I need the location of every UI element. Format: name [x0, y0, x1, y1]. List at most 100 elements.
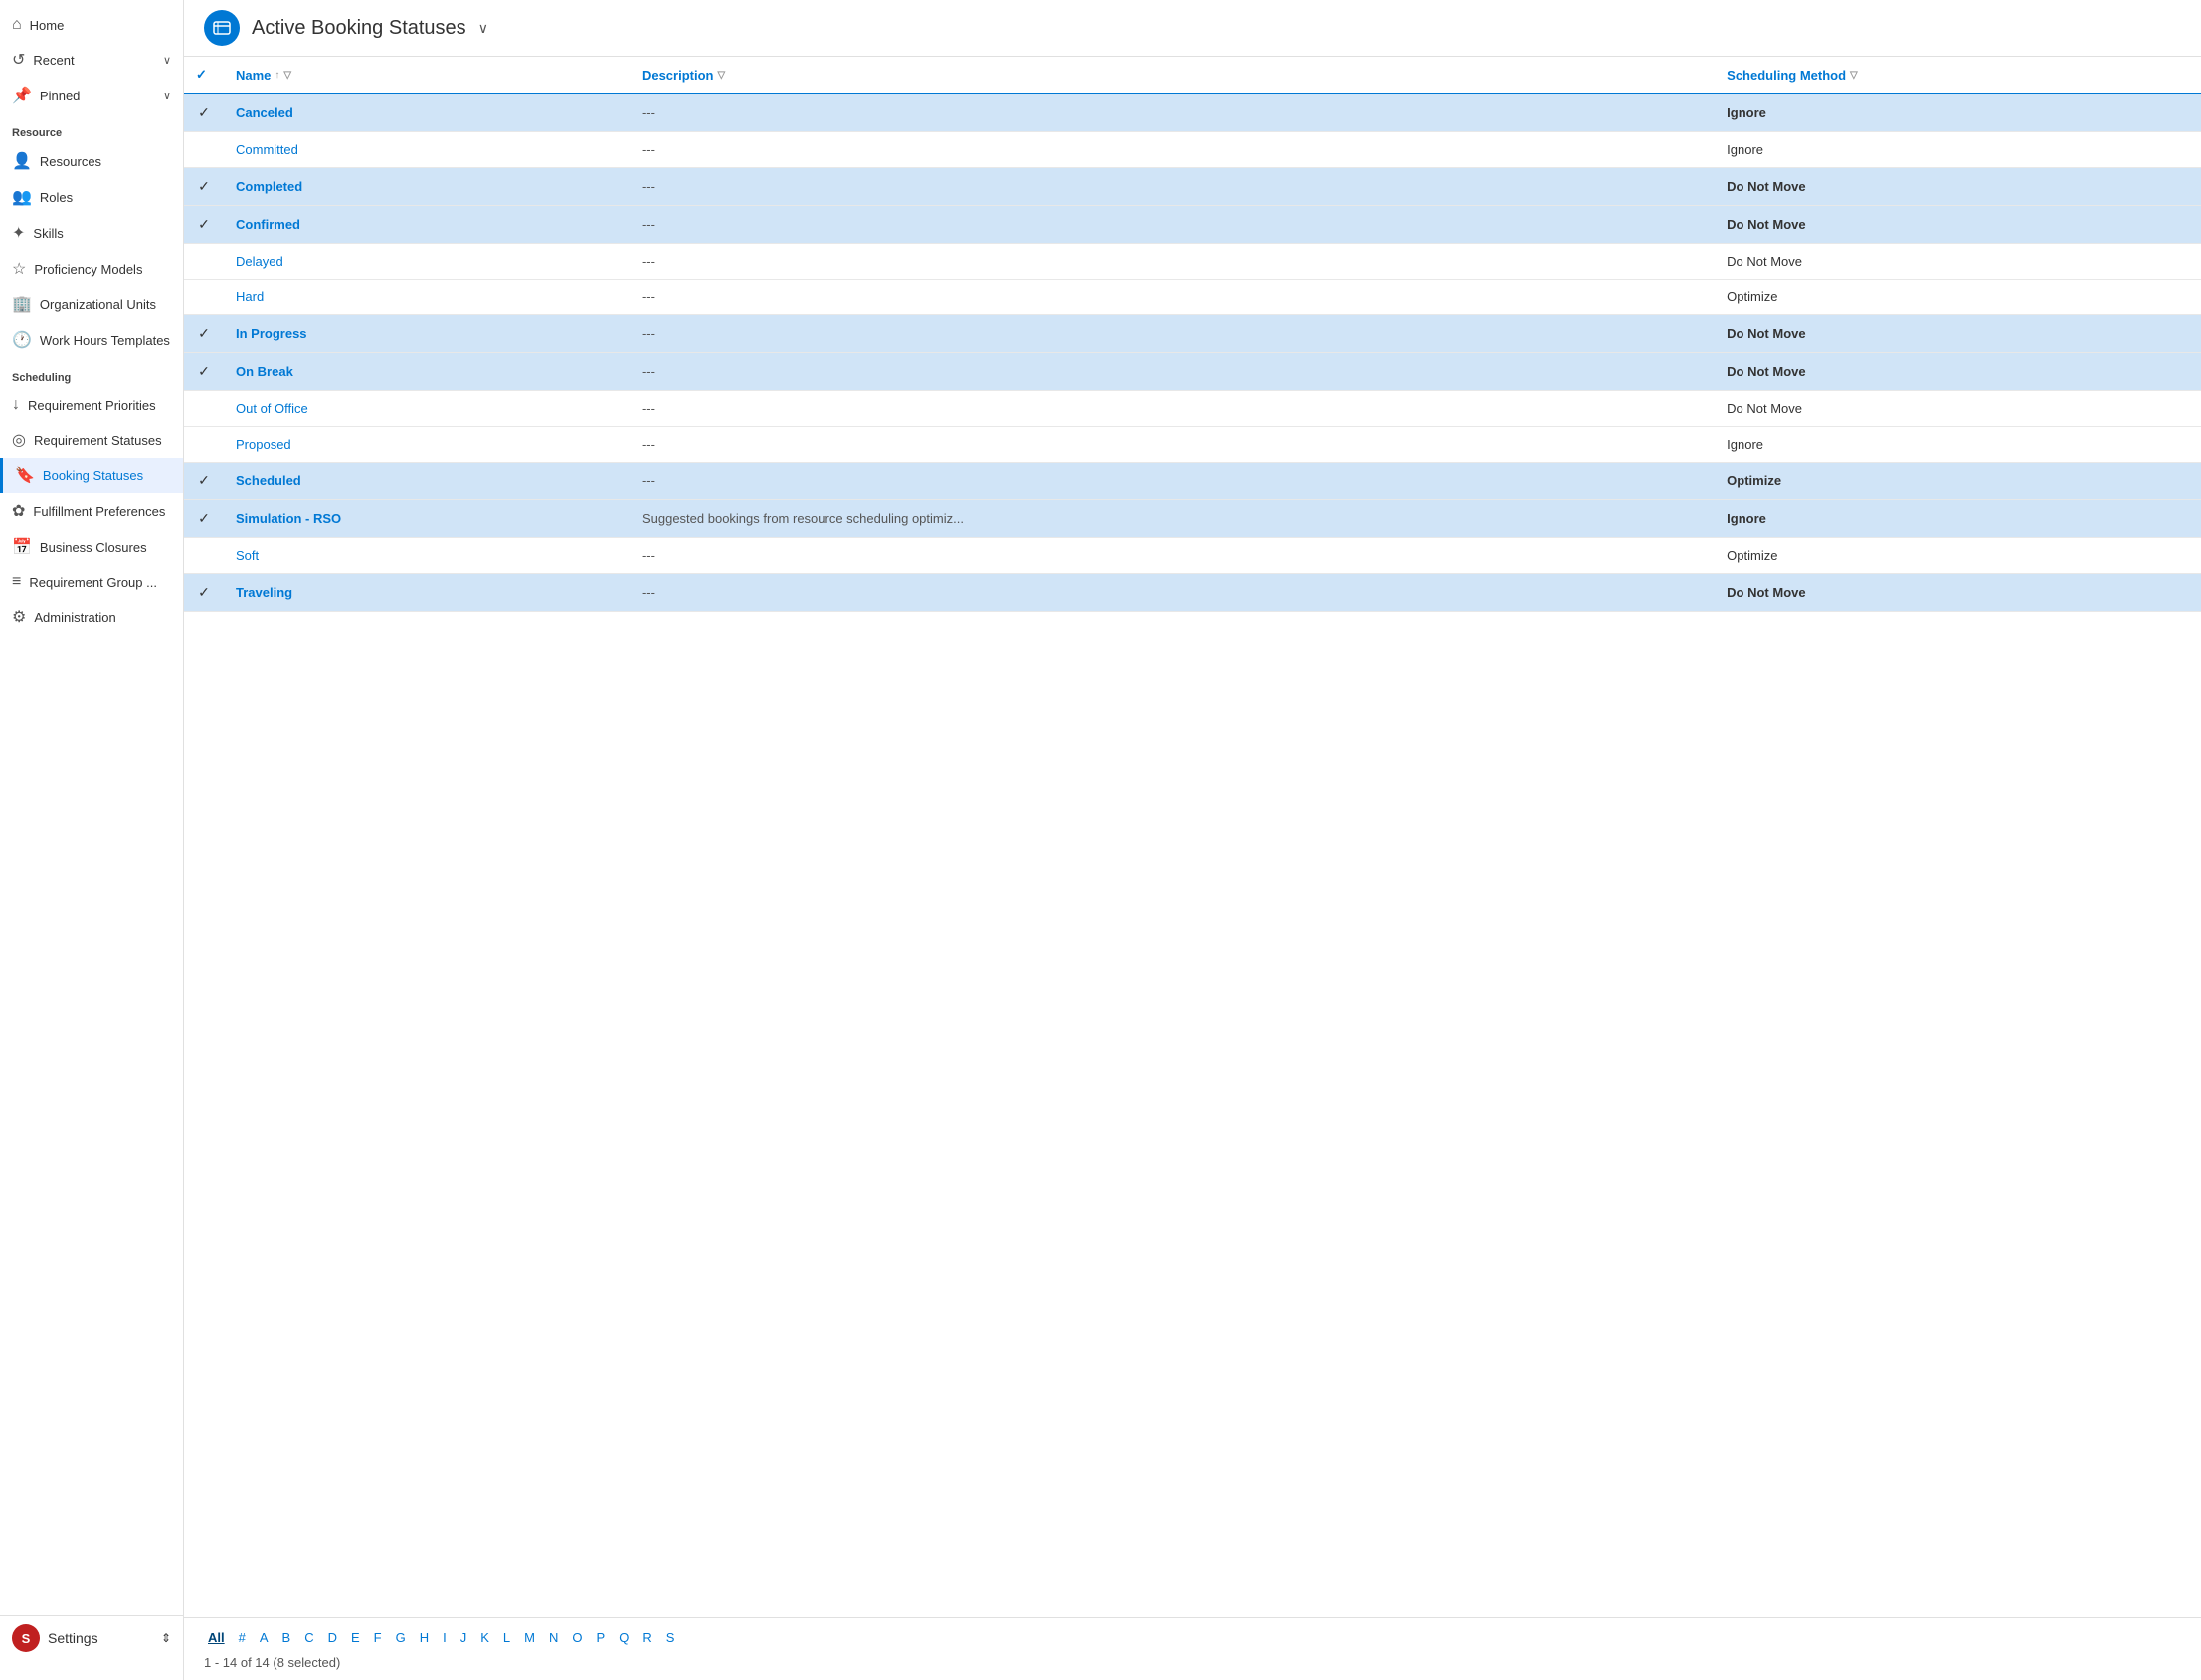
alphabet-item-k[interactable]: K: [476, 1628, 493, 1647]
alphabet-item-n[interactable]: N: [545, 1628, 562, 1647]
alphabet-item-o[interactable]: O: [568, 1628, 586, 1647]
row-name[interactable]: Traveling: [224, 574, 631, 612]
table-row[interactable]: Proposed---Ignore: [184, 427, 2201, 463]
alphabet-item-j[interactable]: J: [457, 1628, 471, 1647]
alphabet-item-m[interactable]: M: [520, 1628, 539, 1647]
row-checkbox[interactable]: ✓: [184, 206, 224, 244]
table-row[interactable]: Delayed---Do Not Move: [184, 244, 2201, 280]
sidebar-item-fulfillment-preferences[interactable]: ✿ Fulfillment Preferences: [0, 493, 183, 529]
description-filter-icon[interactable]: ▽: [717, 70, 725, 81]
row-checkbox[interactable]: ✓: [184, 168, 224, 206]
sidebar-item-requirement-priorities[interactable]: ↓ Requirement Priorities: [0, 388, 183, 422]
sidebar-item-resources[interactable]: 👤 Resources: [0, 143, 183, 179]
sidebar-item-administration[interactable]: ⚙ Administration: [0, 599, 183, 635]
table-row[interactable]: Committed---Ignore: [184, 132, 2201, 168]
sidebar-item-home[interactable]: ⌂ Home: [0, 8, 183, 42]
alphabet-item-all[interactable]: All: [204, 1628, 229, 1647]
row-description: ---: [631, 93, 1715, 132]
sidebar-item-skills[interactable]: ✦ Skills: [0, 215, 183, 251]
sidebar-item-requirement-statuses[interactable]: ◎ Requirement Statuses: [0, 422, 183, 458]
row-checkbox[interactable]: ✓: [184, 574, 224, 612]
administration-icon: ⚙: [12, 607, 26, 627]
checkmark-icon: ✓: [198, 472, 210, 488]
row-checkbox[interactable]: [184, 538, 224, 574]
table-row[interactable]: ✓Confirmed---Do Not Move: [184, 206, 2201, 244]
pinned-icon: 📌: [12, 86, 32, 105]
alphabet-item-l[interactable]: L: [499, 1628, 514, 1647]
alphabet-item-s[interactable]: S: [662, 1628, 679, 1647]
alphabet-item-i[interactable]: I: [439, 1628, 451, 1647]
row-name[interactable]: Scheduled: [224, 463, 631, 500]
row-checkbox[interactable]: ✓: [184, 463, 224, 500]
alphabet-item-p[interactable]: P: [593, 1628, 610, 1647]
row-name[interactable]: Delayed: [224, 244, 631, 280]
sidebar-item-work-hours-templates[interactable]: 🕐 Work Hours Templates: [0, 322, 183, 358]
scheduling-method-filter-icon[interactable]: ▽: [1850, 70, 1858, 81]
table-row[interactable]: ✓Completed---Do Not Move: [184, 168, 2201, 206]
recent-icon: ↺: [12, 50, 25, 70]
alphabet-item-#[interactable]: #: [235, 1628, 250, 1647]
row-name[interactable]: Proposed: [224, 427, 631, 463]
row-scheduling-method: Ignore: [1715, 132, 2201, 168]
row-checkbox[interactable]: [184, 427, 224, 463]
row-checkbox[interactable]: [184, 244, 224, 280]
table-row[interactable]: ✓Canceled---Ignore: [184, 93, 2201, 132]
alphabet-item-c[interactable]: C: [300, 1628, 317, 1647]
sidebar-item-booking-statuses[interactable]: 🔖 Booking Statuses: [0, 458, 183, 493]
row-checkbox[interactable]: ✓: [184, 93, 224, 132]
row-checkbox[interactable]: ✓: [184, 500, 224, 538]
alphabet-item-e[interactable]: E: [347, 1628, 364, 1647]
description-column-header[interactable]: Description ▽: [631, 57, 1715, 93]
row-name[interactable]: In Progress: [224, 315, 631, 353]
row-name[interactable]: Completed: [224, 168, 631, 206]
title-dropdown-chevron[interactable]: ∨: [478, 20, 488, 37]
alphabet-item-g[interactable]: G: [392, 1628, 410, 1647]
row-name[interactable]: Hard: [224, 280, 631, 315]
table-row[interactable]: ✓On Break---Do Not Move: [184, 353, 2201, 391]
sidebar-item-organizational-units[interactable]: 🏢 Organizational Units: [0, 286, 183, 322]
scheduling-method-column-header[interactable]: Scheduling Method ▽: [1715, 57, 2201, 93]
sidebar-item-proficiency-models[interactable]: ☆ Proficiency Models: [0, 251, 183, 286]
row-checkbox[interactable]: [184, 391, 224, 427]
alphabet-item-a[interactable]: A: [256, 1628, 273, 1647]
fulfillment-icon: ✿: [12, 501, 25, 521]
row-name[interactable]: Confirmed: [224, 206, 631, 244]
alphabet-item-d[interactable]: D: [324, 1628, 341, 1647]
row-name[interactable]: Simulation - RSO: [224, 500, 631, 538]
select-all-header[interactable]: ✓: [184, 57, 224, 93]
sidebar-item-pinned[interactable]: 📌 Pinned ∨: [0, 78, 183, 113]
row-scheduling-method: Do Not Move: [1715, 391, 2201, 427]
table-row[interactable]: ✓Scheduled---Optimize: [184, 463, 2201, 500]
row-name[interactable]: Soft: [224, 538, 631, 574]
table-row[interactable]: Soft---Optimize: [184, 538, 2201, 574]
name-filter-icon[interactable]: ▽: [283, 70, 291, 81]
checkmark-icon: ✓: [198, 178, 210, 194]
table-row[interactable]: ✓Traveling---Do Not Move: [184, 574, 2201, 612]
sidebar-item-requirement-group[interactable]: ≡ Requirement Group ...: [0, 565, 183, 599]
table-row[interactable]: ✓Simulation - RSOSuggested bookings from…: [184, 500, 2201, 538]
sidebar-item-recent[interactable]: ↺ Recent ∨: [0, 42, 183, 78]
row-name[interactable]: Out of Office: [224, 391, 631, 427]
alphabet-item-q[interactable]: Q: [615, 1628, 633, 1647]
table-row[interactable]: Hard---Optimize: [184, 280, 2201, 315]
row-checkbox[interactable]: [184, 280, 224, 315]
table-row[interactable]: ✓In Progress---Do Not Move: [184, 315, 2201, 353]
alphabet-item-r[interactable]: R: [639, 1628, 655, 1647]
row-name[interactable]: Committed: [224, 132, 631, 168]
row-name[interactable]: Canceled: [224, 93, 631, 132]
row-name[interactable]: On Break: [224, 353, 631, 391]
row-checkbox[interactable]: [184, 132, 224, 168]
page-info: 1 - 14 of 14 (8 selected): [204, 1655, 2181, 1670]
name-sort-icon[interactable]: ↑: [275, 70, 279, 81]
sidebar-item-roles[interactable]: 👥 Roles: [0, 179, 183, 215]
table-row[interactable]: Out of Office---Do Not Move: [184, 391, 2201, 427]
alphabet-item-h[interactable]: H: [416, 1628, 433, 1647]
alphabet-item-b[interactable]: B: [278, 1628, 295, 1647]
row-checkbox[interactable]: ✓: [184, 353, 224, 391]
settings-bottom[interactable]: S Settings ⇕: [0, 1615, 183, 1660]
row-checkbox[interactable]: ✓: [184, 315, 224, 353]
sidebar-item-business-closures[interactable]: 📅 Business Closures: [0, 529, 183, 565]
select-all-checkbox[interactable]: ✓: [196, 67, 207, 82]
name-column-header[interactable]: Name ↑ ▽: [224, 57, 631, 93]
alphabet-item-f[interactable]: F: [370, 1628, 386, 1647]
